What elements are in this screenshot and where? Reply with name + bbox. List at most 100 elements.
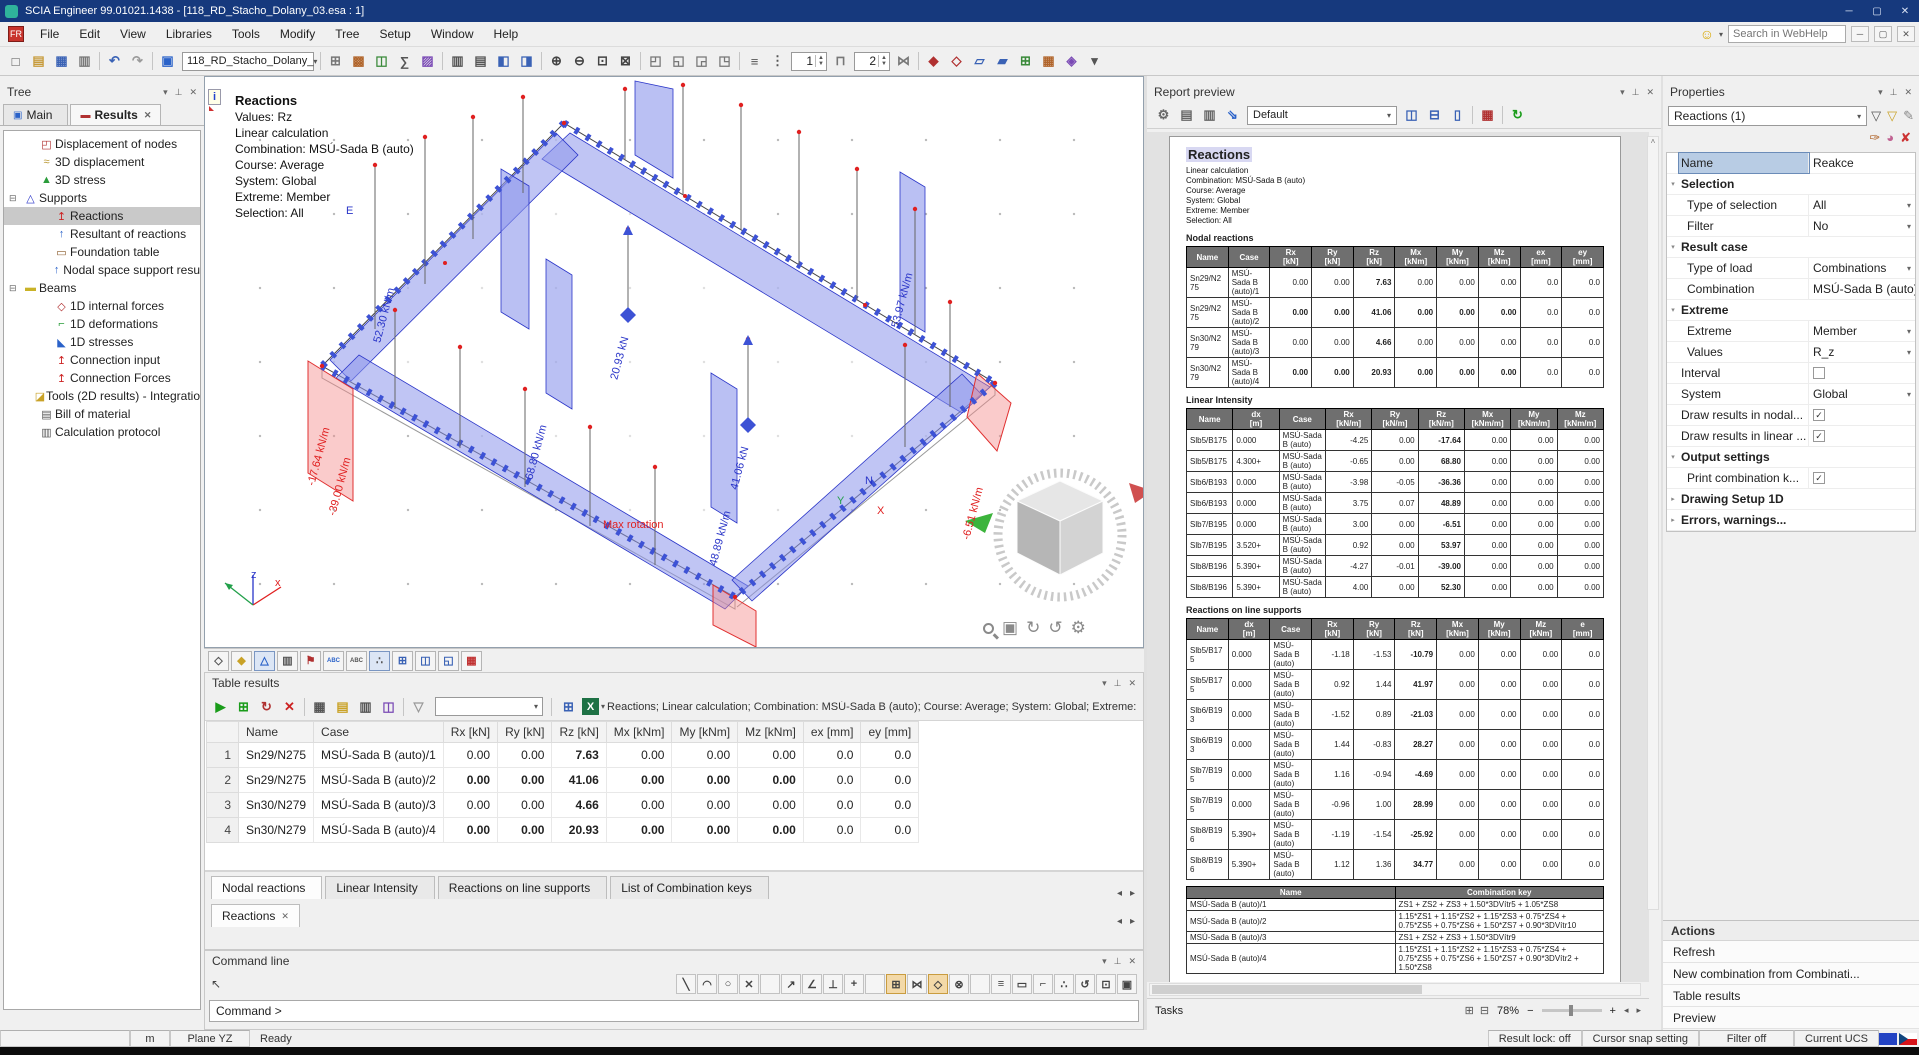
toolbar-icon[interactable] bbox=[915, 50, 922, 73]
table-filter-combo[interactable]: ▾ bbox=[435, 697, 543, 716]
tree-tab[interactable]: ▣ Main bbox=[3, 104, 68, 125]
cell[interactable]: 0.00 bbox=[672, 793, 738, 818]
results-settings-icon[interactable]: ◇ bbox=[945, 50, 968, 73]
cell[interactable]: 0.00 bbox=[606, 768, 672, 793]
spin-down-icon[interactable]: ▼ bbox=[881, 61, 887, 67]
property-value[interactable] bbox=[1809, 468, 1915, 488]
result-type-tab[interactable]: Linear Intensity bbox=[325, 876, 434, 899]
webhelp-search-input[interactable] bbox=[1728, 25, 1846, 43]
cell[interactable]: Sn30/N279 bbox=[239, 818, 314, 843]
cell[interactable]: Sn30/N279 bbox=[239, 793, 314, 818]
cell[interactable]: 0.0 bbox=[861, 793, 919, 818]
undo-icon[interactable]: ↶ bbox=[103, 50, 126, 73]
polyline-icon[interactable]: ⌐ bbox=[1033, 974, 1053, 994]
print-icon[interactable]: ▥ bbox=[73, 50, 96, 73]
property-row[interactable]: Print combination k... bbox=[1667, 468, 1915, 489]
cell[interactable]: 2 bbox=[207, 768, 239, 793]
smiley-dropdown-icon[interactable]: ▾ bbox=[1719, 30, 1723, 39]
tree-item[interactable]: ↥ Reactions bbox=[4, 207, 200, 225]
cell[interactable]: Sn29/N275 bbox=[239, 743, 314, 768]
property-value[interactable] bbox=[1809, 510, 1915, 530]
unit-cell[interactable]: m bbox=[130, 1030, 170, 1047]
tree-item[interactable]: ◰ Displacement of nodes bbox=[4, 135, 200, 153]
table-tool-icon[interactable] bbox=[400, 695, 407, 718]
view-y-icon[interactable]: ◱ bbox=[667, 50, 690, 73]
table-command-icon[interactable]: ▣ bbox=[1117, 974, 1137, 994]
cell[interactable]: 0.00 bbox=[606, 818, 672, 843]
dock-tile-icon[interactable]: ⊞ bbox=[1465, 1004, 1474, 1017]
print-report-icon[interactable]: ▥ bbox=[1198, 104, 1221, 127]
snap-line-icon[interactable]: ╲ bbox=[676, 974, 696, 994]
property-value[interactable]: R_z ▾ bbox=[1809, 342, 1915, 362]
cell[interactable]: 0.00 bbox=[443, 818, 497, 843]
dropdown-arrow-icon[interactable]: ▾ bbox=[1904, 348, 1911, 357]
property-row[interactable]: Filter No ▾ bbox=[1667, 216, 1915, 237]
tree-item[interactable]: ◪ Tools (2D results) - Integratio bbox=[4, 387, 200, 405]
group-expander-icon[interactable]: ▸ bbox=[1667, 489, 1679, 509]
snap-midpoint-icon[interactable]: ◇ bbox=[928, 974, 948, 994]
property-value[interactable]: Global ▾ bbox=[1809, 384, 1915, 404]
selection-combo[interactable]: Reactions (1)▾ bbox=[1668, 106, 1867, 126]
snap-perpendicular-icon[interactable]: ⊥ bbox=[823, 974, 843, 994]
more-icon[interactable]: ▾ bbox=[1083, 50, 1106, 73]
property-row[interactable]: Interval bbox=[1667, 363, 1915, 384]
property-row[interactable]: Draw results in linear ... bbox=[1667, 426, 1915, 447]
pan-right-icon[interactable]: ▸ bbox=[1636, 1005, 1641, 1016]
result-type-tab[interactable]: Reactions on line supports bbox=[438, 876, 607, 899]
group-expander-icon[interactable] bbox=[1667, 384, 1679, 404]
action-row[interactable]: New combination from Combinati... bbox=[1663, 963, 1919, 985]
group-expander-icon[interactable]: ▾ bbox=[1667, 174, 1679, 194]
project-combo[interactable]: 118_RD_Stacho_Dolany_▾ bbox=[182, 52, 314, 71]
toolbar-icon[interactable] bbox=[96, 50, 103, 73]
checkbox[interactable] bbox=[1813, 472, 1825, 484]
group-expander-icon[interactable] bbox=[1667, 216, 1679, 236]
snap-cross-icon[interactable]: ✕ bbox=[739, 974, 759, 994]
checkbox[interactable] bbox=[1813, 430, 1825, 442]
toolbar-icon[interactable] bbox=[317, 50, 324, 73]
filter-cell[interactable]: Filter off bbox=[1699, 1030, 1794, 1047]
scroll-up-icon[interactable]: ˄ bbox=[1648, 137, 1658, 146]
menu-item[interactable]: Edit bbox=[69, 23, 110, 45]
regen-icon[interactable]: ▰ bbox=[991, 50, 1014, 73]
tree-item[interactable]: ⊟ △ Supports bbox=[4, 189, 200, 207]
edit-icon[interactable]: ✎ bbox=[1903, 108, 1914, 124]
info-icon[interactable]: i bbox=[208, 89, 221, 105]
menu-item[interactable]: Setup bbox=[369, 23, 420, 45]
toolbar-icon[interactable] bbox=[637, 50, 644, 73]
close-icon[interactable]: ✕ bbox=[1128, 956, 1136, 967]
snap-point-icon[interactable]: + bbox=[844, 974, 864, 994]
toolbar-icon[interactable] bbox=[736, 50, 743, 73]
snap-icon[interactable] bbox=[760, 974, 780, 994]
group-expander-icon[interactable] bbox=[1667, 195, 1679, 215]
property-value[interactable] bbox=[1809, 237, 1915, 257]
table-layout-icon[interactable]: ▦ bbox=[308, 695, 331, 718]
cell[interactable]: 0.00 bbox=[443, 793, 497, 818]
group-expander-icon[interactable] bbox=[1667, 468, 1679, 488]
snap-endpoint-icon[interactable]: ↗ bbox=[781, 974, 801, 994]
cell[interactable]: 0.00 bbox=[672, 743, 738, 768]
dropdown-arrow-icon[interactable]: ▾ bbox=[1904, 390, 1911, 399]
plane-cell[interactable]: Plane YZ bbox=[170, 1030, 250, 1047]
menu-item[interactable]: Tools bbox=[222, 23, 270, 45]
dropdown-arrow-icon[interactable]: ▾ bbox=[1904, 264, 1911, 273]
report-tool-icon[interactable] bbox=[1469, 104, 1476, 127]
close-icon[interactable]: ✕ bbox=[1646, 87, 1654, 98]
property-value[interactable] bbox=[1809, 363, 1915, 383]
delete-table-icon[interactable]: ✕ bbox=[278, 695, 301, 718]
snap-angle-icon[interactable]: ∠ bbox=[802, 974, 822, 994]
rotate-back-icon[interactable]: ↺ bbox=[1048, 618, 1062, 638]
close-icon[interactable]: ✕ bbox=[1128, 678, 1136, 689]
property-value[interactable]: Combinations ▾ bbox=[1809, 258, 1915, 278]
excel-dropdown-icon[interactable]: ▾ bbox=[601, 702, 605, 711]
property-value[interactable]: Member ▾ bbox=[1809, 321, 1915, 341]
close-icon[interactable]: ✕ bbox=[1904, 87, 1912, 98]
report-vertical-scrollbar[interactable]: ˄ bbox=[1647, 136, 1659, 910]
scroll-thumb[interactable] bbox=[1152, 985, 1422, 994]
property-row[interactable]: Draw results in nodal... bbox=[1667, 405, 1915, 426]
group-expander-icon[interactable]: ▾ bbox=[1667, 300, 1679, 320]
flag-icon[interactable]: ⚑ bbox=[300, 651, 321, 671]
group-expander-icon[interactable] bbox=[1667, 279, 1679, 299]
cell[interactable]: 0.0 bbox=[803, 768, 861, 793]
table-highlight-icon[interactable]: ▤ bbox=[331, 695, 354, 718]
hatching-icon[interactable]: ∴ bbox=[369, 651, 390, 671]
